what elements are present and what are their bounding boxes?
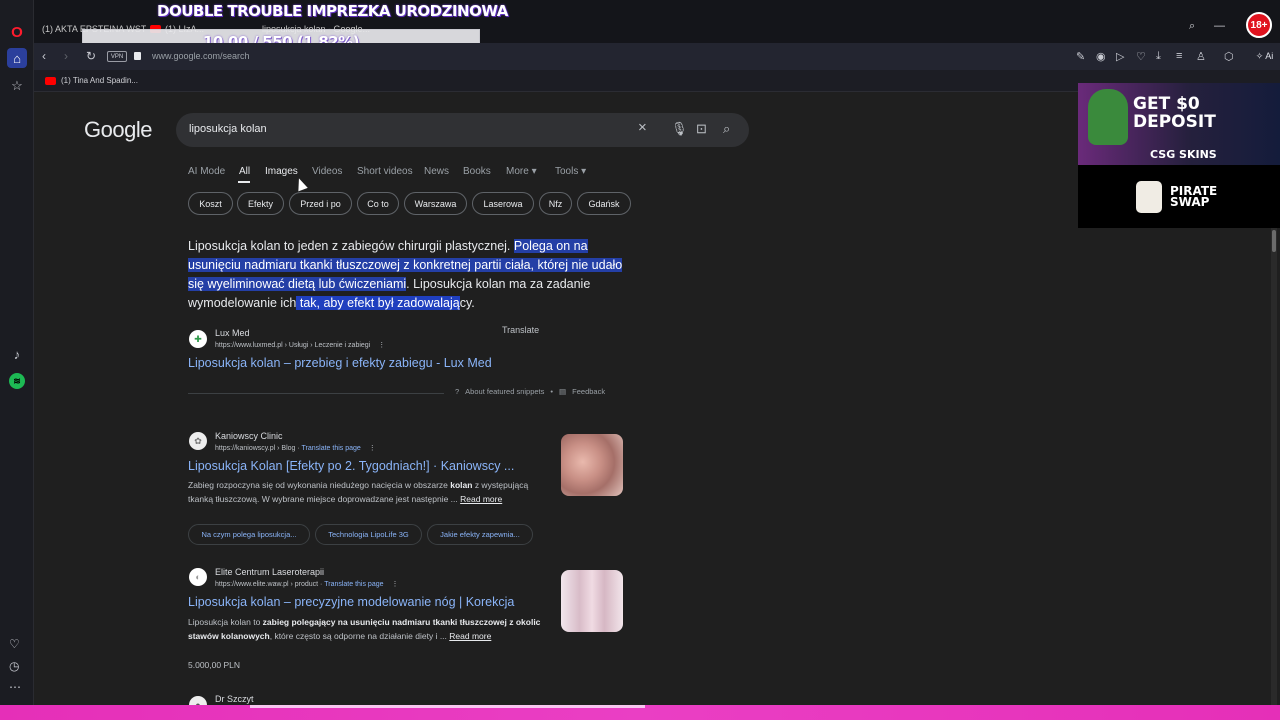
result-site-name[interactable]: Lux Med bbox=[215, 328, 250, 338]
url-field[interactable]: www.google.com/search bbox=[152, 51, 250, 61]
heart-icon[interactable]: ♡ bbox=[9, 637, 20, 651]
active-tab-indicator bbox=[238, 181, 250, 183]
search-icon[interactable]: ⌕ bbox=[723, 121, 730, 137]
heart-icon[interactable]: ♡ bbox=[1136, 50, 1146, 63]
tab-tools[interactable]: Tools ▾ bbox=[555, 166, 586, 177]
result-title-link[interactable]: Liposukcja Kolan [Efekty po 2. Tygodniac… bbox=[188, 459, 514, 473]
ad-headline: GET $0 DEPOSIT bbox=[1133, 94, 1216, 132]
translate-link[interactable]: Translate bbox=[502, 325, 539, 335]
search-tabs-icon[interactable]: ⌕ bbox=[1189, 20, 1195, 33]
luxmed-favicon: ✚ bbox=[189, 330, 207, 348]
profile-icon[interactable]: ♙ bbox=[1196, 50, 1206, 63]
youtube-icon bbox=[45, 76, 56, 85]
stream-overlay-title: DOUBLE TROUBLE IMPREZKA URODZINOWA bbox=[157, 2, 508, 20]
microphone-icon[interactable]: 🎙 bbox=[671, 121, 688, 137]
tab-videos[interactable]: Videos bbox=[312, 166, 342, 177]
chevron-down-icon: ▾ bbox=[581, 166, 587, 177]
history-icon[interactable]: ◷ bbox=[9, 659, 19, 673]
filter-chip[interactable]: Nfz bbox=[539, 192, 572, 215]
related-chip[interactable]: Na czym polega liposukcja... bbox=[188, 524, 310, 545]
elite-favicon: ◐ bbox=[189, 568, 207, 586]
more-options-icon[interactable]: ⋮ bbox=[391, 581, 398, 588]
spotify-icon[interactable]: ≋ bbox=[7, 371, 27, 391]
more-options-icon[interactable]: ⋮ bbox=[369, 445, 376, 452]
filter-chip[interactable]: Warszawa bbox=[404, 192, 467, 215]
result-url[interactable]: https://kaniowscy.pl › Blog · Translate … bbox=[215, 444, 376, 452]
featured-snippet-footer: ? About featured snippets • ▤ Feedback bbox=[455, 387, 606, 396]
result-thumbnail[interactable] bbox=[561, 434, 623, 496]
tiktok-icon[interactable]: ♪ bbox=[7, 344, 27, 364]
result-site-name[interactable]: Dr Szczyt bbox=[215, 694, 254, 704]
result-title-link[interactable]: Liposukcja kolan – przebieg i efekty zab… bbox=[188, 356, 492, 370]
filter-chip[interactable]: Laserowa bbox=[472, 192, 534, 215]
tab-books[interactable]: Books bbox=[463, 166, 491, 177]
filter-chip[interactable]: Efekty bbox=[237, 192, 284, 215]
ad-brand: CSG SKINS bbox=[1150, 148, 1217, 161]
tab-ai-mode[interactable]: AI Mode bbox=[188, 166, 225, 177]
filter-chip[interactable]: Koszt bbox=[188, 192, 233, 215]
ai-button[interactable]: ✧ Ai bbox=[1251, 47, 1278, 65]
product-price: 5.000,00 PLN bbox=[188, 660, 240, 670]
back-icon[interactable]: ‹ bbox=[42, 49, 46, 63]
opera-logo-icon[interactable]: O bbox=[7, 22, 27, 42]
bookmark-item[interactable]: (1) Tina And Spadin... bbox=[45, 76, 138, 85]
stream-progress-highlight bbox=[250, 705, 645, 708]
extensions-icon[interactable]: ⬡ bbox=[1224, 50, 1234, 63]
tab-all[interactable]: All bbox=[239, 166, 250, 177]
result-snippet: Liposukcja kolan to zabieg polegający na… bbox=[188, 617, 541, 641]
filter-chip[interactable]: Co to bbox=[357, 192, 399, 215]
chevron-down-icon: ▾ bbox=[531, 166, 537, 177]
result-url[interactable]: https://www.elite.waw.pl › product · Tra… bbox=[215, 580, 398, 588]
scrollbar-thumb[interactable] bbox=[1272, 230, 1276, 252]
tab-more[interactable]: More ▾ bbox=[506, 166, 537, 177]
result-site-name[interactable]: Kaniowscy Clinic bbox=[215, 431, 283, 441]
result-site-name[interactable]: Elite Centrum Laseroterapii bbox=[215, 567, 324, 577]
pirate-logo-icon bbox=[1136, 181, 1162, 213]
forward-icon[interactable]: › bbox=[64, 49, 68, 63]
tab-news[interactable]: News bbox=[424, 166, 449, 177]
lock-icon bbox=[134, 52, 141, 60]
search-input[interactable]: liposukcja kolan bbox=[189, 123, 267, 135]
more-icon[interactable]: ⋯ bbox=[9, 680, 21, 694]
ad-partner: PIRATE SWAP bbox=[1170, 184, 1218, 209]
google-logo[interactable]: Google bbox=[84, 117, 152, 143]
result-snippet: Zabieg rozpoczyna się od wykonania niedu… bbox=[188, 480, 529, 504]
menu-icon[interactable]: ≡ bbox=[1176, 50, 1182, 62]
related-chip[interactable]: Jakie efekty zapewnia... bbox=[427, 524, 533, 545]
feedback-icon: ▤ bbox=[559, 387, 567, 396]
lens-icon[interactable]: ⊡ bbox=[696, 121, 707, 137]
camera-icon[interactable]: ◉ bbox=[1096, 50, 1106, 63]
related-chip[interactable]: Technologia LipoLife 3G bbox=[315, 524, 422, 545]
filter-chip[interactable]: Przed i po bbox=[289, 192, 352, 215]
more-options-icon[interactable]: ⋮ bbox=[378, 342, 385, 349]
featured-snippet-text: Liposukcja kolan to jeden z zabiegów chi… bbox=[188, 239, 623, 310]
reload-icon[interactable]: ↻ bbox=[86, 49, 96, 63]
vpn-badge[interactable]: VPN bbox=[107, 51, 127, 62]
kaniowscy-favicon: ✿ bbox=[189, 432, 207, 450]
ai-icon: ✧ bbox=[1255, 50, 1264, 61]
download-icon[interactable]: ⤓ bbox=[1156, 50, 1161, 63]
minimize-button[interactable]: — bbox=[1214, 20, 1225, 32]
result-thumbnail[interactable] bbox=[561, 570, 623, 632]
clear-icon[interactable]: × bbox=[638, 119, 647, 136]
play-icon[interactable]: ▷ bbox=[1116, 50, 1124, 63]
bookmark-icon[interactable]: ☆ bbox=[7, 76, 27, 96]
result-title-link[interactable]: Liposukcja kolan – precyzyjne modelowani… bbox=[188, 595, 514, 609]
home-icon[interactable]: ⌂ bbox=[7, 48, 27, 68]
tab-images[interactable]: Images bbox=[265, 166, 298, 177]
tab-short-videos[interactable]: Short videos bbox=[357, 166, 413, 177]
help-icon: ? bbox=[455, 387, 460, 396]
divider bbox=[188, 393, 444, 394]
age-badge: 18+ bbox=[1246, 12, 1272, 38]
result-url[interactable]: https://www.luxmed.pl › Usługi › Leczeni… bbox=[215, 341, 385, 349]
filter-chip[interactable]: Gdańsk bbox=[577, 192, 631, 215]
mascot-image bbox=[1088, 89, 1128, 145]
edit-icon[interactable]: ✎ bbox=[1076, 50, 1085, 63]
